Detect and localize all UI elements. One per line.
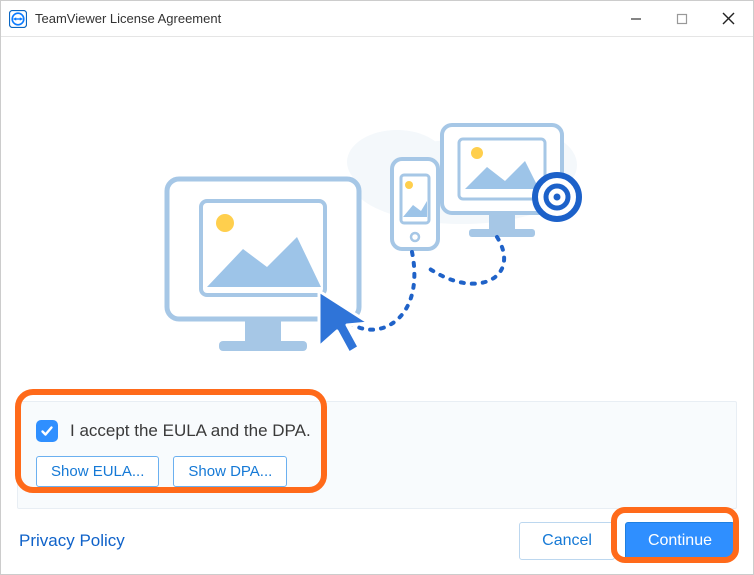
cancel-button[interactable]: Cancel — [519, 522, 615, 560]
accept-eula-label: I accept the EULA and the DPA. — [70, 421, 311, 441]
show-eula-button[interactable]: Show EULA... — [36, 456, 159, 487]
footer: Privacy Policy Cancel Continue — [19, 522, 735, 560]
continue-button[interactable]: Continue — [625, 522, 735, 560]
privacy-policy-link[interactable]: Privacy Policy — [19, 531, 125, 551]
window-controls — [613, 1, 751, 37]
close-button[interactable] — [705, 1, 751, 37]
maximize-button[interactable] — [659, 1, 705, 37]
hero-illustration — [1, 67, 753, 387]
accept-eula-checkbox[interactable] — [36, 420, 58, 442]
window-title: TeamViewer License Agreement — [35, 11, 221, 26]
teamviewer-logo-icon — [9, 10, 27, 28]
minimize-button[interactable] — [613, 1, 659, 37]
titlebar: TeamViewer License Agreement — [1, 1, 753, 37]
agreement-panel: I accept the EULA and the DPA. Show EULA… — [17, 401, 737, 509]
show-dpa-button[interactable]: Show DPA... — [173, 456, 287, 487]
